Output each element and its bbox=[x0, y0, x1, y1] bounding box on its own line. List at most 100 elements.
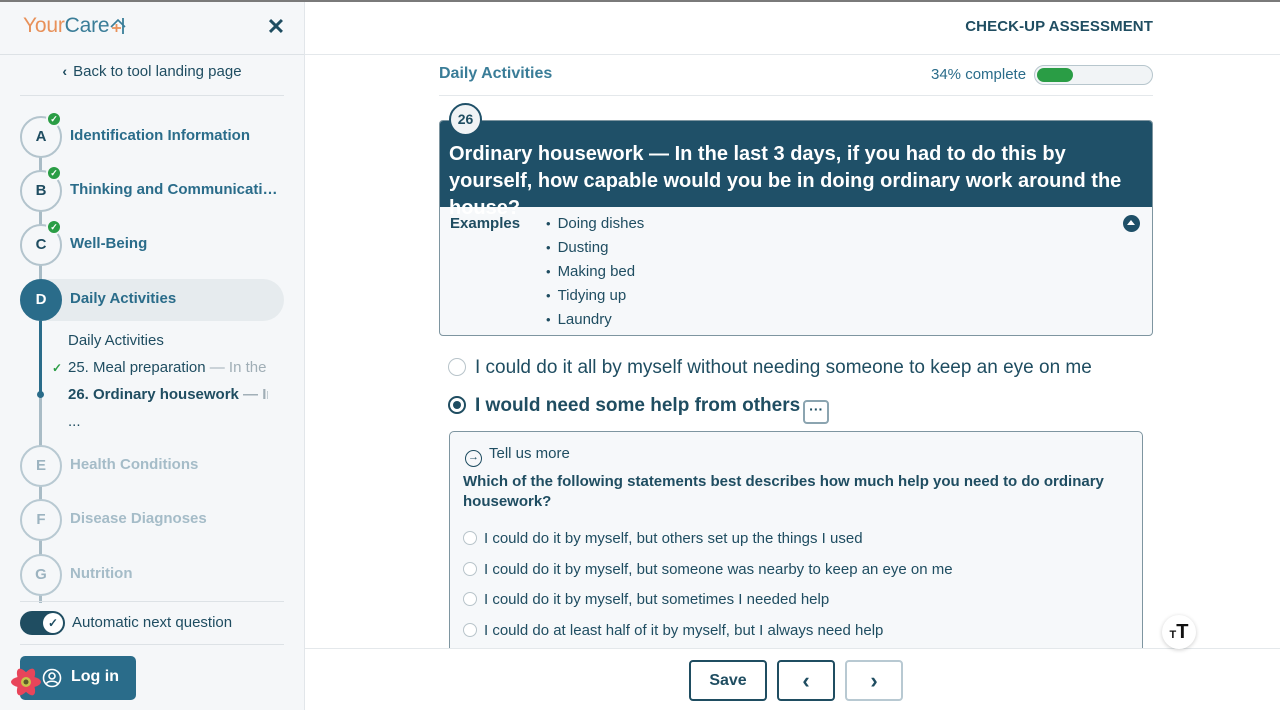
radio-button[interactable] bbox=[463, 592, 477, 606]
example-item: Doing dishes bbox=[546, 215, 645, 239]
section-title: Daily Activities bbox=[439, 65, 553, 82]
sidebar-section-d[interactable]: D Daily Activities bbox=[20, 279, 284, 321]
close-icon: ✕ bbox=[266, 14, 286, 39]
active-step-connector bbox=[39, 320, 42, 395]
font-size-button[interactable]: TT bbox=[1162, 615, 1196, 649]
answer-option-selected[interactable]: I would need some help from others ··· bbox=[448, 395, 830, 424]
save-button[interactable]: Save bbox=[689, 660, 767, 701]
sidebar-section-b[interactable]: B ✓ Thinking and Communicati… bbox=[20, 165, 284, 212]
step-letter-circle: E bbox=[20, 445, 62, 487]
subitem-26[interactable]: 26. Ordinary housework — In t bbox=[68, 386, 268, 403]
followup-question: Which of the following statements best d… bbox=[463, 473, 1104, 510]
auto-next-toggle[interactable]: ✓ bbox=[20, 611, 65, 635]
section-label[interactable]: Nutrition bbox=[70, 565, 132, 582]
check-icon: ✓ bbox=[52, 361, 63, 375]
question-number-badge: 26 bbox=[449, 103, 482, 136]
answer-option[interactable]: I could do it all by myself without need… bbox=[448, 357, 1092, 379]
header-divider bbox=[305, 54, 1280, 55]
followup-option-label: I could do it by myself, but someone was… bbox=[484, 561, 953, 578]
followup-option-label: I could do at least half of it by myself… bbox=[484, 622, 884, 639]
arrow-right-circle-icon: → bbox=[465, 450, 482, 467]
example-item: Tidying up bbox=[546, 287, 644, 311]
answer-option-label: I would need some help from others bbox=[475, 395, 801, 416]
progress-bar-fill bbox=[1037, 68, 1073, 82]
step-letter-circle: G bbox=[20, 554, 62, 596]
check-icon: ✓ bbox=[46, 111, 62, 127]
previous-button[interactable]: ‹ bbox=[777, 660, 835, 701]
sidebar-section-e[interactable]: E Health Conditions bbox=[20, 445, 284, 487]
check-icon: ✓ bbox=[46, 219, 62, 235]
check-icon: ✓ bbox=[46, 165, 62, 181]
collapse-examples-button[interactable] bbox=[1123, 215, 1140, 232]
sidebar-section-a[interactable]: A ✓ Identification Information bbox=[20, 111, 284, 158]
examples-list: Doing dishes Dusting Making bed Tidying … bbox=[546, 215, 645, 335]
example-item: Dusting bbox=[546, 239, 644, 263]
next-button[interactable]: › bbox=[845, 660, 903, 701]
followup-option[interactable]: I could do it by myself, but sometimes I… bbox=[463, 591, 829, 608]
step-connector bbox=[39, 395, 42, 446]
section-label[interactable]: Well-Being bbox=[70, 235, 147, 252]
radio-button[interactable] bbox=[463, 623, 477, 637]
sidebar: YourCare ✕ ‹ Back to tool landing page A … bbox=[0, 0, 305, 710]
radio-button-checked[interactable] bbox=[448, 396, 466, 414]
progress-bar bbox=[1034, 65, 1153, 85]
login-label: Log in bbox=[71, 668, 119, 685]
answer-option-label: I could do it all by myself without need… bbox=[475, 357, 1092, 378]
examples-label: Examples bbox=[450, 215, 521, 232]
subitem-more[interactable]: ... bbox=[68, 413, 268, 430]
followup-option[interactable]: I could do at least half of it by myself… bbox=[463, 622, 883, 639]
back-link-label: Back to tool landing page bbox=[73, 63, 242, 80]
followup-panel: → Tell us more Which of the following sta… bbox=[449, 431, 1143, 671]
section-divider bbox=[439, 95, 1153, 96]
radio-button[interactable] bbox=[463, 531, 477, 545]
page-title: CHECK-UP ASSESSMENT bbox=[965, 18, 1153, 35]
house-plus-icon bbox=[110, 18, 126, 34]
step-letter-circle: D bbox=[20, 279, 62, 321]
section-label[interactable]: Disease Diagnoses bbox=[70, 510, 207, 527]
question-card: Ordinary housework — In the last 3 days,… bbox=[439, 120, 1153, 336]
example-item: Making bed bbox=[546, 263, 644, 287]
followup-option-label: I could do it by myself, but others set … bbox=[484, 530, 863, 547]
section-label[interactable]: Identification Information bbox=[70, 127, 250, 144]
radio-button[interactable] bbox=[463, 562, 477, 576]
sidebar-section-c[interactable]: C ✓ Well-Being bbox=[20, 219, 284, 266]
tell-us-more-header: → Tell us more bbox=[465, 445, 570, 467]
divider bbox=[20, 644, 284, 645]
sidebar-header: YourCare ✕ bbox=[0, 0, 304, 55]
divider bbox=[20, 601, 284, 602]
more-options-button[interactable]: ··· bbox=[803, 400, 830, 424]
subitem-label-rest: — In t bbox=[243, 386, 268, 403]
react-devtools-icon[interactable] bbox=[9, 665, 43, 699]
auto-next-label: Automatic next question bbox=[72, 614, 233, 631]
question-text: Ordinary housework — In the last 3 days,… bbox=[449, 143, 1122, 219]
check-icon: ✓ bbox=[43, 613, 63, 633]
followup-option[interactable]: I could do it by myself, but others set … bbox=[463, 530, 863, 547]
tell-us-more-label: Tell us more bbox=[489, 445, 570, 462]
sidebar-section-f[interactable]: F Disease Diagnoses bbox=[20, 499, 284, 541]
followup-option-label: I could do it by myself, but sometimes I… bbox=[484, 591, 830, 608]
step-letter-circle: F bbox=[20, 499, 62, 541]
radio-button[interactable] bbox=[448, 358, 466, 376]
current-dot-icon bbox=[37, 391, 44, 398]
logo-text-care: Care bbox=[64, 14, 110, 37]
footer-bar: Save ‹ › bbox=[305, 648, 1280, 710]
subsection-heading[interactable]: Daily Activities bbox=[68, 332, 268, 349]
progress-text: 34% complete bbox=[931, 66, 1027, 83]
subitem-label: 26. Ordinary housework bbox=[68, 386, 239, 403]
section-label[interactable]: Thinking and Communicati… bbox=[70, 181, 278, 198]
close-sidebar-button[interactable]: ✕ bbox=[264, 15, 288, 39]
followup-option[interactable]: I could do it by myself, but someone was… bbox=[463, 561, 953, 578]
question-header: Ordinary housework — In the last 3 days,… bbox=[440, 121, 1152, 219]
section-label[interactable]: Daily Activities bbox=[70, 290, 176, 307]
chevron-left-icon: ‹ bbox=[62, 63, 68, 79]
subitem-label: 25. Meal preparation bbox=[68, 359, 206, 376]
user-circle-icon bbox=[42, 668, 62, 688]
sidebar-section-g[interactable]: G Nutrition bbox=[20, 554, 284, 596]
window-top-border bbox=[0, 0, 1280, 2]
back-to-landing-link[interactable]: ‹ Back to tool landing page bbox=[20, 63, 284, 96]
subitem-label-rest: — In the bbox=[205, 359, 267, 376]
example-item: Laundry bbox=[546, 311, 644, 335]
yourcare-logo[interactable]: YourCare bbox=[23, 14, 127, 38]
subitem-25[interactable]: 25. Meal preparation — In the bbox=[68, 359, 268, 376]
section-label[interactable]: Health Conditions bbox=[70, 456, 198, 473]
